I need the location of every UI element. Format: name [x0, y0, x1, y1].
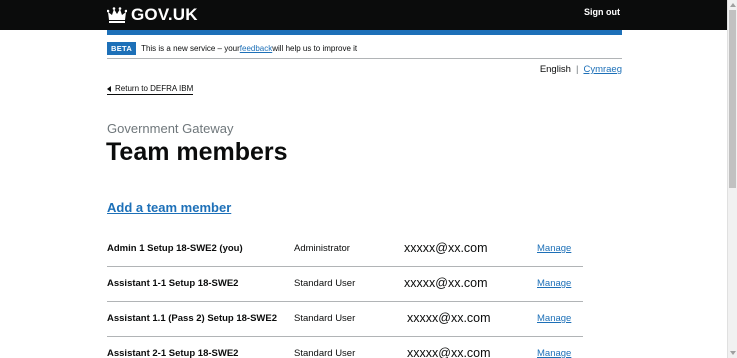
member-role: Standard User [294, 313, 356, 324]
member-email: xxxxx@xx.com [404, 241, 488, 255]
manage-link[interactable]: Manage [537, 278, 571, 289]
page-caption: Government Gateway [107, 121, 234, 136]
back-arrow-icon [107, 85, 111, 92]
scroll-down-icon[interactable] [730, 351, 736, 355]
language-switcher: English | Cymraeg [540, 64, 622, 75]
table-row: Assistant 1.1 (Pass 2) Setup 18-SWE2 Sta… [107, 302, 583, 337]
scroll-up-icon[interactable] [730, 3, 736, 7]
member-email: xxxxx@xx.com [407, 311, 491, 325]
member-name: Assistant 2-1 Setup 18-SWE2 [107, 348, 239, 358]
beta-tag: BETA [107, 41, 137, 55]
language-welsh-link[interactable]: Cymraeg [583, 64, 622, 75]
page: GOV.UK Sign out BETA This is a new servi… [0, 0, 737, 358]
manage-link[interactable]: Manage [537, 313, 571, 324]
member-role: Administrator [294, 243, 350, 254]
add-team-member-link[interactable]: Add a team member [107, 200, 231, 215]
phase-text-before: This is a new service – your [141, 43, 240, 53]
page-title: Team members [106, 138, 288, 166]
member-name: Admin 1 Setup 18-SWE2 (you) [107, 243, 243, 254]
table-row: Assistant 2-1 Setup 18-SWE2 Standard Use… [107, 337, 583, 358]
phase-banner: BETA This is a new service – your feedba… [107, 39, 622, 57]
govuk-logo[interactable]: GOV.UK [107, 5, 198, 25]
member-email: xxxxx@xx.com [404, 276, 488, 290]
member-role: Standard User [294, 278, 356, 289]
member-name: Assistant 1-1 Setup 18-SWE2 [107, 278, 239, 289]
phase-text-after: will help us to improve it [272, 43, 358, 53]
logo-text: GOV.UK [131, 5, 198, 24]
feedback-link[interactable]: feedback [240, 44, 272, 53]
sign-out-link[interactable]: Sign out [584, 7, 620, 17]
manage-link[interactable]: Manage [537, 243, 571, 254]
language-english: English [539, 64, 571, 75]
member-role: Standard User [294, 348, 356, 358]
table-row: Assistant 1-1 Setup 18-SWE2 Standard Use… [107, 267, 583, 302]
back-link-label: Return to DEFRA IBM [115, 84, 194, 93]
team-members-table: Admin 1 Setup 18-SWE2 (you) Administrato… [107, 232, 583, 358]
member-name: Assistant 1.1 (Pass 2) Setup 18-SWE2 [107, 313, 278, 324]
manage-link[interactable]: Manage [537, 348, 571, 358]
header-accent-bar [107, 30, 622, 35]
site-header: GOV.UK Sign out [0, 0, 727, 30]
table-row: Admin 1 Setup 18-SWE2 (you) Administrato… [107, 232, 583, 267]
member-email: xxxxx@xx.com [407, 346, 491, 358]
phase-divider [107, 58, 622, 59]
scroll-thumb[interactable] [729, 10, 736, 188]
back-link[interactable]: Return to DEFRA IBM [107, 84, 194, 95]
vertical-scrollbar[interactable] [727, 0, 737, 358]
language-separator: | [575, 64, 579, 75]
crown-icon [107, 7, 127, 23]
